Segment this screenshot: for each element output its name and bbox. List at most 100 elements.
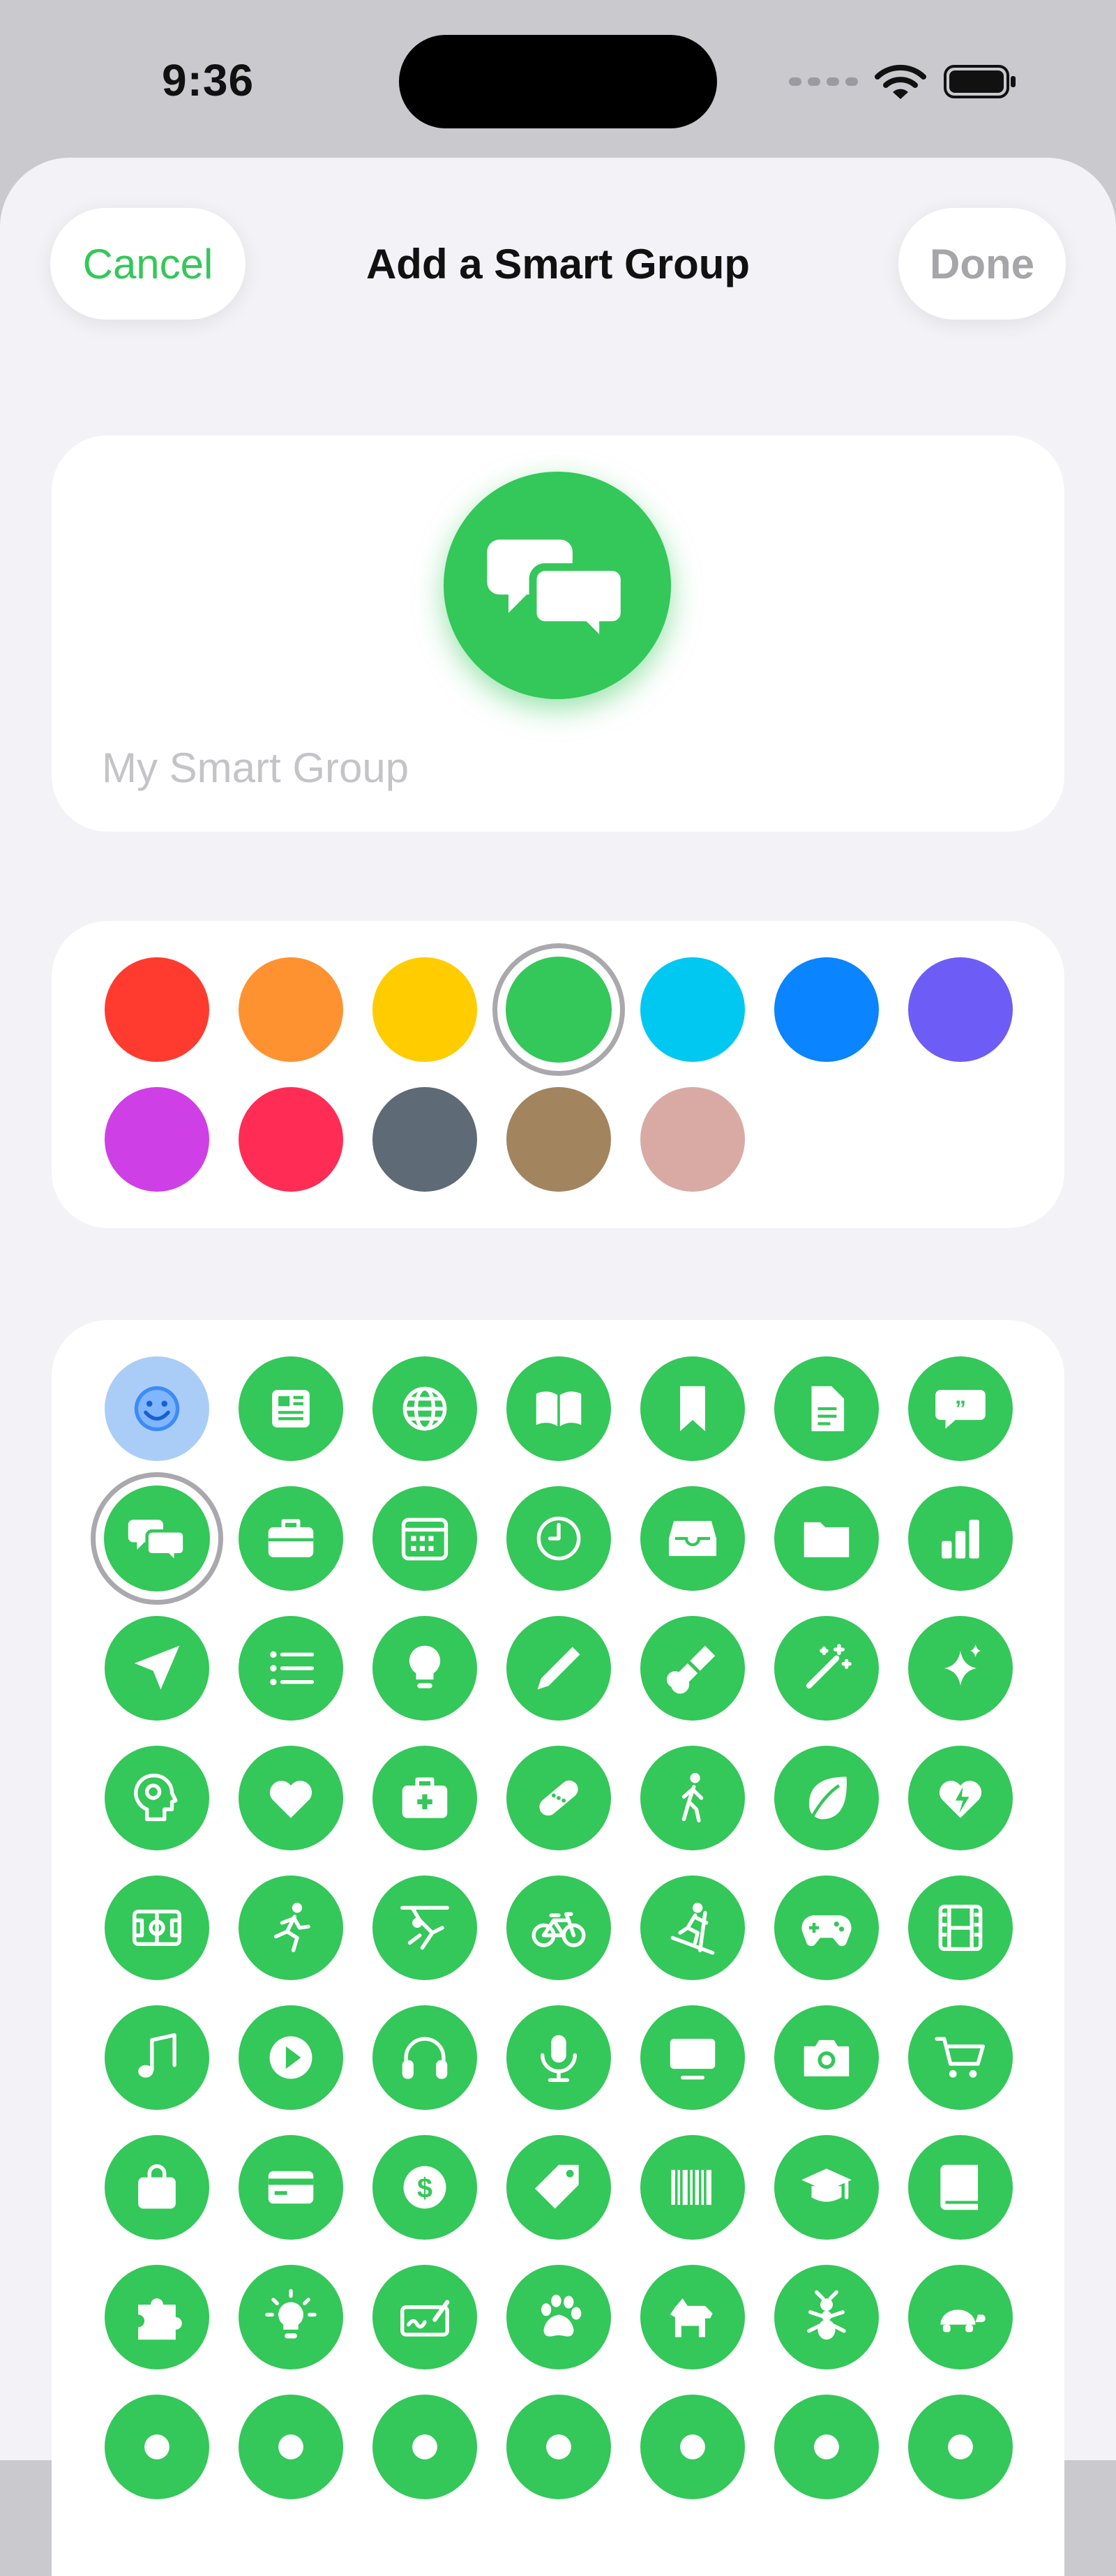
icon-option-clock[interactable] [506, 1486, 611, 1591]
running-figure-icon [273, 1903, 310, 1952]
icon-option-paintbrush[interactable] [640, 1616, 745, 1721]
color-swatch-purple[interactable] [908, 957, 1013, 1062]
icon-option-bicycle[interactable] [506, 1875, 611, 1980]
color-swatch-gray[interactable] [372, 1087, 477, 1192]
graduation-cap-icon [801, 2169, 852, 2202]
icon-option-play[interactable] [239, 2005, 343, 2110]
icon-option-calendar[interactable] [372, 1486, 477, 1591]
icon-option-newspaper[interactable] [239, 1356, 343, 1461]
icon-option-cell [105, 1616, 209, 1721]
color-swatch-red[interactable] [105, 957, 209, 1062]
icon-option-list[interactable] [239, 1616, 343, 1721]
icon-option-cell [506, 1356, 611, 1461]
icon-option-bar-chart[interactable] [908, 1486, 1013, 1591]
group-name-input[interactable] [102, 740, 1009, 795]
music-note-icon [138, 2033, 176, 2078]
icon-option-music-note[interactable] [105, 2005, 209, 2110]
icon-option-gymnastics-figure[interactable] [372, 1875, 477, 1980]
dynamic-island [399, 35, 717, 128]
icon-option-graduation-cap[interactable] [774, 2135, 879, 2240]
icon-option-pencil[interactable] [506, 1616, 611, 1721]
icon-option-idea-bulb[interactable] [239, 2265, 343, 2369]
icon-option-partial-icon-4[interactable] [506, 2395, 611, 2499]
color-swatch-green[interactable] [506, 957, 612, 1063]
icon-option-cart[interactable] [908, 2005, 1013, 2110]
icon-option-microphone[interactable] [506, 2005, 611, 2110]
icon-option-skiing-figure[interactable] [640, 1875, 745, 1980]
icon-option-partial-icon-2[interactable] [239, 2395, 343, 2499]
icon-option-signature[interactable] [372, 2265, 477, 2369]
icon-option-cell [640, 2395, 745, 2499]
sparkles-icon [944, 1644, 981, 1686]
icon-option-lightbulb[interactable] [372, 1616, 477, 1721]
icon-option-tag[interactable] [506, 2135, 611, 2240]
icon-option-heart-bolt[interactable] [908, 1746, 1013, 1850]
icon-option-dog[interactable] [640, 2265, 745, 2369]
color-swatch-magenta[interactable] [105, 1087, 209, 1192]
color-swatch-pink[interactable] [239, 1087, 343, 1192]
partial-icon-1 [144, 2434, 169, 2459]
icon-option-cell [774, 1356, 879, 1461]
done-button[interactable]: Done [898, 208, 1066, 320]
icon-option-document[interactable] [774, 1356, 879, 1461]
icon-option-shopping-bag[interactable] [105, 2135, 209, 2240]
icon-option-cell [372, 1616, 477, 1721]
icon-option-game-controller[interactable] [774, 1875, 879, 1980]
icon-option-sparkles[interactable] [908, 1616, 1013, 1721]
icon-option-puzzle-piece[interactable] [105, 2265, 209, 2369]
color-picker-card [52, 921, 1064, 1228]
icon-option-paper-plane[interactable] [105, 1616, 209, 1721]
color-swatch-brown[interactable] [506, 1087, 611, 1192]
icon-option-turtle[interactable] [908, 2265, 1013, 2369]
icon-option-quote-bubble[interactable]: ” [908, 1356, 1013, 1461]
icon-option-globe[interactable] [372, 1356, 477, 1461]
icon-option-cell [372, 1875, 477, 1980]
color-swatch-yellow[interactable] [372, 957, 477, 1062]
icon-option-briefcase[interactable] [239, 1486, 343, 1591]
icon-option-headphones[interactable] [372, 2005, 477, 2110]
icon-option-leaf[interactable] [774, 1746, 879, 1850]
color-swatch-orange[interactable] [239, 957, 343, 1062]
icon-option-bandage[interactable] [506, 1746, 611, 1850]
icon-option-film-strip[interactable] [908, 1875, 1013, 1980]
bar-chart-icon [942, 1520, 979, 1559]
icon-option-cell [239, 1746, 343, 1850]
icon-option-camera[interactable] [774, 2005, 879, 2110]
icon-option-barcode[interactable] [640, 2135, 745, 2240]
icon-option-smiley[interactable] [105, 1356, 209, 1461]
icon-option-heart[interactable] [239, 1746, 343, 1850]
icon-option-partial-icon-3[interactable] [372, 2395, 477, 2499]
icon-option-tray[interactable] [640, 1486, 745, 1591]
icon-option-speech-bubbles[interactable] [104, 1485, 210, 1592]
icon-option-soccer-field[interactable] [105, 1875, 209, 1980]
icon-option-bookmark[interactable] [640, 1356, 745, 1461]
globe-icon [402, 1386, 447, 1431]
icon-option-magic-wand[interactable] [774, 1616, 879, 1721]
icon-option-folder[interactable] [774, 1486, 879, 1591]
icon-option-book-closed[interactable] [908, 2135, 1013, 2240]
icon-option-tv[interactable] [640, 2005, 745, 2110]
icon-option-cell [640, 1746, 745, 1850]
icon-option-dollar[interactable]: $ [372, 2135, 477, 2240]
icon-option-running-figure[interactable] [239, 1875, 343, 1980]
icon-option-paw-print[interactable] [506, 2265, 611, 2369]
icon-option-partial-icon-1[interactable] [105, 2395, 209, 2499]
icon-option-partial-icon-5[interactable] [640, 2395, 745, 2499]
icon-option-partial-icon-6[interactable] [774, 2395, 879, 2499]
icon-option-cell [774, 2005, 879, 2110]
icon-option-first-aid-kit[interactable] [372, 1746, 477, 1850]
icon-option-cell [506, 1875, 611, 1980]
icon-option-brain-head[interactable] [105, 1746, 209, 1850]
icon-option-cell [239, 2265, 343, 2369]
icon-option-walking-figure[interactable] [640, 1746, 745, 1850]
icon-option-cell: $ [372, 2135, 477, 2240]
icon-option-credit-card[interactable] [239, 2135, 343, 2240]
color-swatch-rose[interactable] [640, 1087, 745, 1192]
color-swatch-blue[interactable] [774, 957, 879, 1062]
icon-option-ant[interactable] [774, 2265, 879, 2369]
pencil-icon [537, 1647, 580, 1690]
icon-option-book[interactable] [506, 1356, 611, 1461]
skiing-figure-icon [670, 1903, 715, 1955]
icon-option-partial-icon-7[interactable] [908, 2395, 1013, 2499]
color-swatch-cyan[interactable] [640, 957, 745, 1062]
